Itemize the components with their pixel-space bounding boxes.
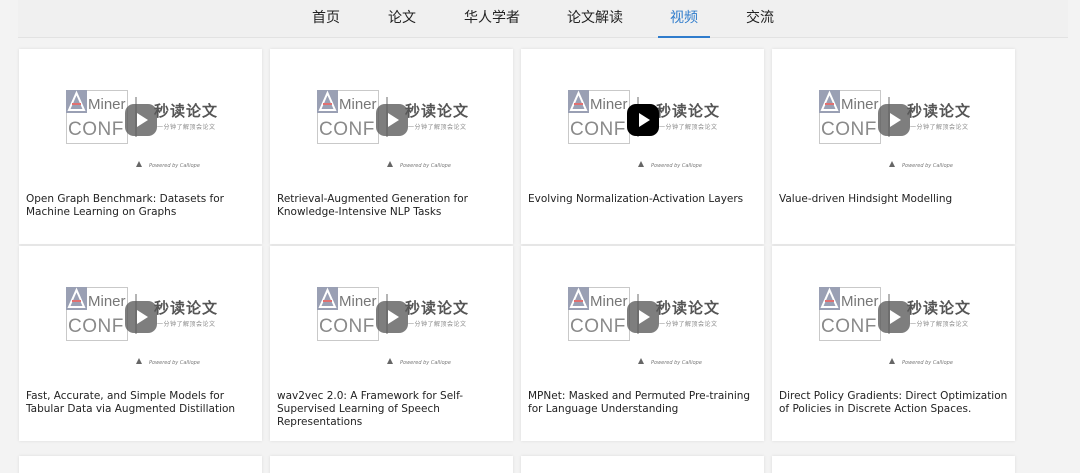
tab-discussion[interactable]: 交流 — [746, 0, 774, 38]
calliope-icon — [889, 161, 895, 167]
video-card-partial[interactable] — [270, 456, 513, 473]
video-title[interactable]: MPNet: Masked and Permuted Pre-training … — [528, 390, 760, 416]
logo-subtitle: 一分钟了解顶会论文 — [659, 321, 718, 328]
logo-title: 秒读论文 — [405, 299, 470, 317]
logo-title: 秒读论文 — [907, 299, 972, 317]
logo-title: 秒读论文 — [656, 299, 721, 317]
video-title[interactable]: wav2vec 2.0: A Framework for Self-Superv… — [277, 390, 509, 429]
tab-chinese-scholars[interactable]: 华人学者 — [464, 0, 520, 38]
tab-paper-interpretation[interactable]: 论文解读 — [567, 0, 623, 38]
logo-conf-text: CONF — [319, 119, 375, 140]
video-title[interactable]: Fast, Accurate, and Simple Models for Ta… — [26, 390, 258, 416]
video-thumbnail[interactable]: Miner CONF 秒读论文 一分钟了解顶会论文 Powered by Cal… — [270, 246, 513, 379]
video-card[interactable]: Miner CONF 秒读论文 一分钟了解顶会论文 Powered by Cal… — [772, 49, 1015, 244]
powered-by-text: Powered by Calliope — [400, 360, 451, 366]
calliope-icon — [387, 358, 393, 364]
logo-subtitle: 一分钟了解顶会论文 — [157, 321, 216, 328]
calliope-icon — [889, 358, 895, 364]
video-card-partial[interactable] — [521, 456, 764, 473]
video-card[interactable]: Miner CONF 秒读论文 一分钟了解顶会论文 Powered by Cal… — [270, 49, 513, 244]
video-title[interactable]: Retrieval-Augmented Generation for Knowl… — [277, 193, 509, 219]
aminer-logo-icon — [819, 287, 840, 310]
top-nav: 首页 论文 华人学者 论文解读 视频 交流 — [18, 0, 1068, 38]
logo-title: 秒读论文 — [405, 102, 470, 120]
aminer-logo-icon — [66, 90, 87, 113]
video-title[interactable]: Value-driven Hindsight Modelling — [779, 193, 1011, 206]
tab-videos[interactable]: 视频 — [658, 0, 710, 38]
logo-conf-text: CONF — [68, 119, 124, 140]
video-card-partial[interactable] — [772, 456, 1015, 473]
logo-conf-text: CONF — [570, 119, 626, 140]
logo-conf-text: CONF — [821, 119, 877, 140]
video-card[interactable]: Miner CONF 秒读论文 一分钟了解顶会论文 Powered by Cal… — [19, 49, 262, 244]
powered-by-text: Powered by Calliope — [651, 163, 702, 169]
video-card[interactable]: Miner CONF 秒读论文 一分钟了解顶会论文 Powered by Cal… — [521, 246, 764, 441]
calliope-icon — [136, 161, 142, 167]
logo-conf-text: CONF — [319, 316, 375, 337]
aminer-logo-icon — [819, 90, 840, 113]
aminer-logo-icon — [317, 287, 338, 310]
video-title[interactable]: Direct Policy Gradients: Direct Optimiza… — [779, 390, 1011, 416]
logo-title: 秒读论文 — [154, 102, 219, 120]
play-icon[interactable] — [376, 104, 408, 136]
logo-conf-text: CONF — [821, 316, 877, 337]
play-icon[interactable] — [878, 104, 910, 136]
powered-by-text: Powered by Calliope — [400, 163, 451, 169]
tab-home[interactable]: 首页 — [312, 0, 340, 38]
video-card[interactable]: Miner CONF 秒读论文 一分钟了解顶会论文 Powered by Cal… — [270, 246, 513, 441]
powered-by-text: Powered by Calliope — [902, 360, 953, 366]
aminer-logo-icon — [317, 90, 338, 113]
powered-by-text: Powered by Calliope — [149, 163, 200, 169]
logo-miner-text: Miner — [841, 293, 879, 310]
play-icon[interactable] — [627, 104, 659, 136]
calliope-icon — [638, 161, 644, 167]
video-thumbnail[interactable]: Miner CONF 秒读论文 一分钟了解顶会论文 Powered by Cal… — [270, 49, 513, 182]
video-card[interactable]: Miner CONF 秒读论文 一分钟了解顶会论文 Powered by Cal… — [19, 246, 262, 441]
calliope-icon — [638, 358, 644, 364]
powered-by-text: Powered by Calliope — [902, 163, 953, 169]
play-icon[interactable] — [125, 104, 157, 136]
logo-subtitle: 一分钟了解顶会论文 — [157, 124, 216, 131]
logo-miner-text: Miner — [88, 96, 126, 113]
play-icon[interactable] — [125, 301, 157, 333]
video-card-partial[interactable] — [19, 456, 262, 473]
play-icon[interactable] — [376, 301, 408, 333]
video-thumbnail[interactable]: Miner CONF 秒读论文 一分钟了解顶会论文 Powered by Cal… — [19, 49, 262, 182]
video-thumbnail[interactable]: Miner CONF 秒读论文 一分钟了解顶会论文 Powered by Cal… — [19, 246, 262, 379]
logo-miner-text: Miner — [841, 96, 879, 113]
logo-subtitle: 一分钟了解顶会论文 — [910, 321, 969, 328]
powered-by-text: Powered by Calliope — [651, 360, 702, 366]
video-thumbnail[interactable]: Miner CONF 秒读论文 一分钟了解顶会论文 Powered by Cal… — [521, 49, 764, 182]
play-icon[interactable] — [878, 301, 910, 333]
logo-miner-text: Miner — [88, 293, 126, 310]
video-title[interactable]: Open Graph Benchmark: Datasets for Machi… — [26, 193, 258, 219]
logo-miner-text: Miner — [339, 96, 377, 113]
logo-conf-text: CONF — [68, 316, 124, 337]
logo-conf-text: CONF — [570, 316, 626, 337]
logo-title: 秒读论文 — [154, 299, 219, 317]
logo-subtitle: 一分钟了解顶会论文 — [408, 124, 467, 131]
aminer-logo-icon — [568, 287, 589, 310]
tab-papers[interactable]: 论文 — [388, 0, 416, 38]
video-thumbnail[interactable]: Miner CONF 秒读论文 一分钟了解顶会论文 Powered by Cal… — [772, 49, 1015, 182]
video-title[interactable]: Evolving Normalization-Activation Layers — [528, 193, 760, 206]
aminer-logo-icon — [568, 90, 589, 113]
logo-subtitle: 一分钟了解顶会论文 — [659, 124, 718, 131]
logo-title: 秒读论文 — [656, 102, 721, 120]
video-thumbnail[interactable]: Miner CONF 秒读论文 一分钟了解顶会论文 Powered by Cal… — [772, 246, 1015, 379]
logo-subtitle: 一分钟了解顶会论文 — [910, 124, 969, 131]
video-card[interactable]: Miner CONF 秒读论文 一分钟了解顶会论文 Powered by Cal… — [772, 246, 1015, 441]
powered-by-text: Powered by Calliope — [149, 360, 200, 366]
play-icon[interactable] — [627, 301, 659, 333]
video-card[interactable]: Miner CONF 秒读论文 一分钟了解顶会论文 Powered by Cal… — [521, 49, 764, 244]
calliope-icon — [136, 358, 142, 364]
logo-miner-text: Miner — [590, 293, 628, 310]
logo-title: 秒读论文 — [907, 102, 972, 120]
logo-miner-text: Miner — [590, 96, 628, 113]
logo-subtitle: 一分钟了解顶会论文 — [408, 321, 467, 328]
calliope-icon — [387, 161, 393, 167]
logo-miner-text: Miner — [339, 293, 377, 310]
aminer-logo-icon — [66, 287, 87, 310]
video-thumbnail[interactable]: Miner CONF 秒读论文 一分钟了解顶会论文 Powered by Cal… — [521, 246, 764, 379]
